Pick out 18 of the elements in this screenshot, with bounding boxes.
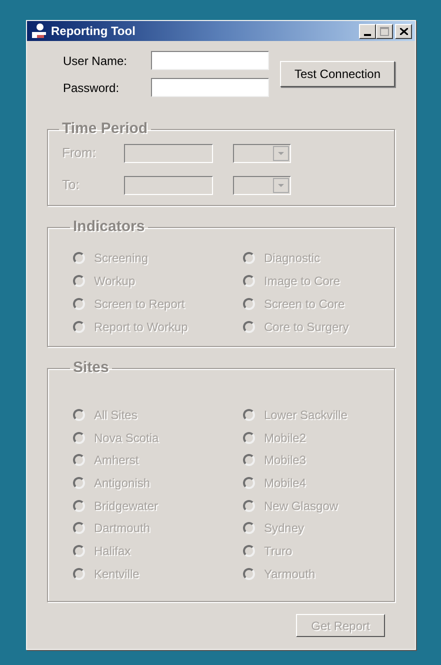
- minimize-icon: [364, 34, 371, 36]
- minimize-button[interactable]: [359, 24, 376, 38]
- field-label: Password:: [63, 80, 120, 96]
- window-title: Reporting Tool: [51, 23, 136, 40]
- password-field[interactable]: [151, 78, 269, 97]
- close-icon: [400, 28, 408, 34]
- time-dropdown[interactable]: [233, 144, 291, 162]
- user-icon: [30, 23, 48, 39]
- maximize-icon: [380, 26, 389, 36]
- group-title: Indicators: [72, 217, 146, 237]
- username-field[interactable]: [151, 51, 269, 70]
- group-title: Time Period: [61, 119, 149, 139]
- time-dropdown[interactable]: [233, 176, 291, 194]
- test-connection-button[interactable]: Test Connection: [280, 61, 395, 87]
- group-title: Sites: [72, 358, 110, 378]
- field-label: User Name:: [63, 52, 128, 70]
- maximize-button[interactable]: [376, 24, 393, 38]
- close-button[interactable]: [395, 24, 412, 38]
